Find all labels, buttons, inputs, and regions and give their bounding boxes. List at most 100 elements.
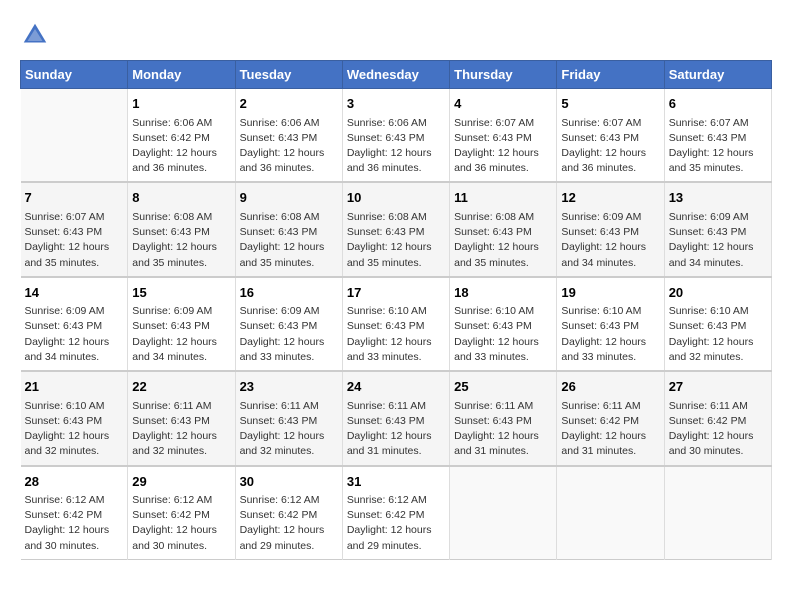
day-number: 16	[240, 283, 338, 303]
day-number: 26	[561, 377, 659, 397]
calendar-cell: 8Sunrise: 6:08 AMSunset: 6:43 PMDaylight…	[128, 182, 235, 276]
day-number: 1	[132, 94, 230, 114]
calendar-cell: 6Sunrise: 6:07 AMSunset: 6:43 PMDaylight…	[664, 89, 771, 183]
calendar-cell: 21Sunrise: 6:10 AMSunset: 6:43 PMDayligh…	[21, 371, 128, 465]
day-number: 18	[454, 283, 552, 303]
day-info: Sunrise: 6:06 AMSunset: 6:43 PMDaylight:…	[347, 116, 445, 177]
day-info: Sunrise: 6:11 AMSunset: 6:42 PMDaylight:…	[669, 399, 767, 460]
day-info: Sunrise: 6:11 AMSunset: 6:43 PMDaylight:…	[347, 399, 445, 460]
calendar-cell: 19Sunrise: 6:10 AMSunset: 6:43 PMDayligh…	[557, 277, 664, 371]
logo-icon	[20, 20, 50, 50]
calendar-cell: 23Sunrise: 6:11 AMSunset: 6:43 PMDayligh…	[235, 371, 342, 465]
day-number: 23	[240, 377, 338, 397]
day-number: 11	[454, 188, 552, 208]
calendar-cell: 10Sunrise: 6:08 AMSunset: 6:43 PMDayligh…	[342, 182, 449, 276]
calendar-cell: 25Sunrise: 6:11 AMSunset: 6:43 PMDayligh…	[450, 371, 557, 465]
calendar-cell	[664, 466, 771, 560]
header-row: SundayMondayTuesdayWednesdayThursdayFrid…	[21, 61, 772, 89]
day-number: 27	[669, 377, 767, 397]
calendar-cell: 24Sunrise: 6:11 AMSunset: 6:43 PMDayligh…	[342, 371, 449, 465]
day-info: Sunrise: 6:09 AMSunset: 6:43 PMDaylight:…	[25, 304, 124, 365]
week-row-3: 14Sunrise: 6:09 AMSunset: 6:43 PMDayligh…	[21, 277, 772, 371]
logo	[20, 20, 54, 50]
day-info: Sunrise: 6:07 AMSunset: 6:43 PMDaylight:…	[454, 116, 552, 177]
calendar-cell	[450, 466, 557, 560]
calendar-cell: 18Sunrise: 6:10 AMSunset: 6:43 PMDayligh…	[450, 277, 557, 371]
day-number: 8	[132, 188, 230, 208]
day-number: 7	[25, 188, 124, 208]
calendar-cell	[21, 89, 128, 183]
calendar-cell: 11Sunrise: 6:08 AMSunset: 6:43 PMDayligh…	[450, 182, 557, 276]
day-number: 31	[347, 472, 445, 492]
calendar-cell: 4Sunrise: 6:07 AMSunset: 6:43 PMDaylight…	[450, 89, 557, 183]
day-info: Sunrise: 6:10 AMSunset: 6:43 PMDaylight:…	[347, 304, 445, 365]
calendar-cell: 2Sunrise: 6:06 AMSunset: 6:43 PMDaylight…	[235, 89, 342, 183]
day-info: Sunrise: 6:10 AMSunset: 6:43 PMDaylight:…	[561, 304, 659, 365]
day-info: Sunrise: 6:11 AMSunset: 6:43 PMDaylight:…	[240, 399, 338, 460]
calendar-cell: 1Sunrise: 6:06 AMSunset: 6:42 PMDaylight…	[128, 89, 235, 183]
calendar-cell: 12Sunrise: 6:09 AMSunset: 6:43 PMDayligh…	[557, 182, 664, 276]
week-row-4: 21Sunrise: 6:10 AMSunset: 6:43 PMDayligh…	[21, 371, 772, 465]
day-info: Sunrise: 6:07 AMSunset: 6:43 PMDaylight:…	[25, 210, 124, 271]
day-info: Sunrise: 6:09 AMSunset: 6:43 PMDaylight:…	[132, 304, 230, 365]
day-number: 6	[669, 94, 767, 114]
calendar-cell: 28Sunrise: 6:12 AMSunset: 6:42 PMDayligh…	[21, 466, 128, 560]
day-info: Sunrise: 6:11 AMSunset: 6:43 PMDaylight:…	[132, 399, 230, 460]
day-info: Sunrise: 6:12 AMSunset: 6:42 PMDaylight:…	[240, 493, 338, 554]
day-number: 5	[561, 94, 659, 114]
day-info: Sunrise: 6:10 AMSunset: 6:43 PMDaylight:…	[25, 399, 124, 460]
day-number: 9	[240, 188, 338, 208]
calendar-cell: 5Sunrise: 6:07 AMSunset: 6:43 PMDaylight…	[557, 89, 664, 183]
day-info: Sunrise: 6:09 AMSunset: 6:43 PMDaylight:…	[561, 210, 659, 271]
day-number: 28	[25, 472, 124, 492]
day-number: 30	[240, 472, 338, 492]
calendar-cell: 16Sunrise: 6:09 AMSunset: 6:43 PMDayligh…	[235, 277, 342, 371]
day-number: 12	[561, 188, 659, 208]
calendar-cell: 14Sunrise: 6:09 AMSunset: 6:43 PMDayligh…	[21, 277, 128, 371]
week-row-1: 1Sunrise: 6:06 AMSunset: 6:42 PMDaylight…	[21, 89, 772, 183]
day-info: Sunrise: 6:06 AMSunset: 6:43 PMDaylight:…	[240, 116, 338, 177]
calendar-cell: 26Sunrise: 6:11 AMSunset: 6:42 PMDayligh…	[557, 371, 664, 465]
calendar-cell: 3Sunrise: 6:06 AMSunset: 6:43 PMDaylight…	[342, 89, 449, 183]
day-header-tuesday: Tuesday	[235, 61, 342, 89]
day-number: 20	[669, 283, 767, 303]
page-header	[20, 20, 772, 50]
day-number: 29	[132, 472, 230, 492]
calendar-cell: 13Sunrise: 6:09 AMSunset: 6:43 PMDayligh…	[664, 182, 771, 276]
calendar-cell: 20Sunrise: 6:10 AMSunset: 6:43 PMDayligh…	[664, 277, 771, 371]
calendar-cell: 15Sunrise: 6:09 AMSunset: 6:43 PMDayligh…	[128, 277, 235, 371]
day-info: Sunrise: 6:06 AMSunset: 6:42 PMDaylight:…	[132, 116, 230, 177]
day-info: Sunrise: 6:07 AMSunset: 6:43 PMDaylight:…	[669, 116, 767, 177]
day-number: 4	[454, 94, 552, 114]
day-number: 19	[561, 283, 659, 303]
calendar-table: SundayMondayTuesdayWednesdayThursdayFrid…	[20, 60, 772, 560]
calendar-cell	[557, 466, 664, 560]
day-info: Sunrise: 6:12 AMSunset: 6:42 PMDaylight:…	[25, 493, 124, 554]
day-info: Sunrise: 6:11 AMSunset: 6:43 PMDaylight:…	[454, 399, 552, 460]
day-number: 15	[132, 283, 230, 303]
day-header-friday: Friday	[557, 61, 664, 89]
day-info: Sunrise: 6:08 AMSunset: 6:43 PMDaylight:…	[240, 210, 338, 271]
day-number: 10	[347, 188, 445, 208]
calendar-cell: 31Sunrise: 6:12 AMSunset: 6:42 PMDayligh…	[342, 466, 449, 560]
week-row-5: 28Sunrise: 6:12 AMSunset: 6:42 PMDayligh…	[21, 466, 772, 560]
day-header-thursday: Thursday	[450, 61, 557, 89]
day-info: Sunrise: 6:09 AMSunset: 6:43 PMDaylight:…	[669, 210, 767, 271]
calendar-cell: 30Sunrise: 6:12 AMSunset: 6:42 PMDayligh…	[235, 466, 342, 560]
calendar-cell: 9Sunrise: 6:08 AMSunset: 6:43 PMDaylight…	[235, 182, 342, 276]
week-row-2: 7Sunrise: 6:07 AMSunset: 6:43 PMDaylight…	[21, 182, 772, 276]
day-info: Sunrise: 6:09 AMSunset: 6:43 PMDaylight:…	[240, 304, 338, 365]
day-info: Sunrise: 6:11 AMSunset: 6:42 PMDaylight:…	[561, 399, 659, 460]
day-number: 14	[25, 283, 124, 303]
calendar-cell: 17Sunrise: 6:10 AMSunset: 6:43 PMDayligh…	[342, 277, 449, 371]
day-header-saturday: Saturday	[664, 61, 771, 89]
day-number: 17	[347, 283, 445, 303]
day-number: 21	[25, 377, 124, 397]
day-info: Sunrise: 6:12 AMSunset: 6:42 PMDaylight:…	[347, 493, 445, 554]
day-info: Sunrise: 6:08 AMSunset: 6:43 PMDaylight:…	[454, 210, 552, 271]
day-info: Sunrise: 6:10 AMSunset: 6:43 PMDaylight:…	[454, 304, 552, 365]
day-number: 2	[240, 94, 338, 114]
day-number: 22	[132, 377, 230, 397]
day-info: Sunrise: 6:07 AMSunset: 6:43 PMDaylight:…	[561, 116, 659, 177]
day-info: Sunrise: 6:08 AMSunset: 6:43 PMDaylight:…	[347, 210, 445, 271]
